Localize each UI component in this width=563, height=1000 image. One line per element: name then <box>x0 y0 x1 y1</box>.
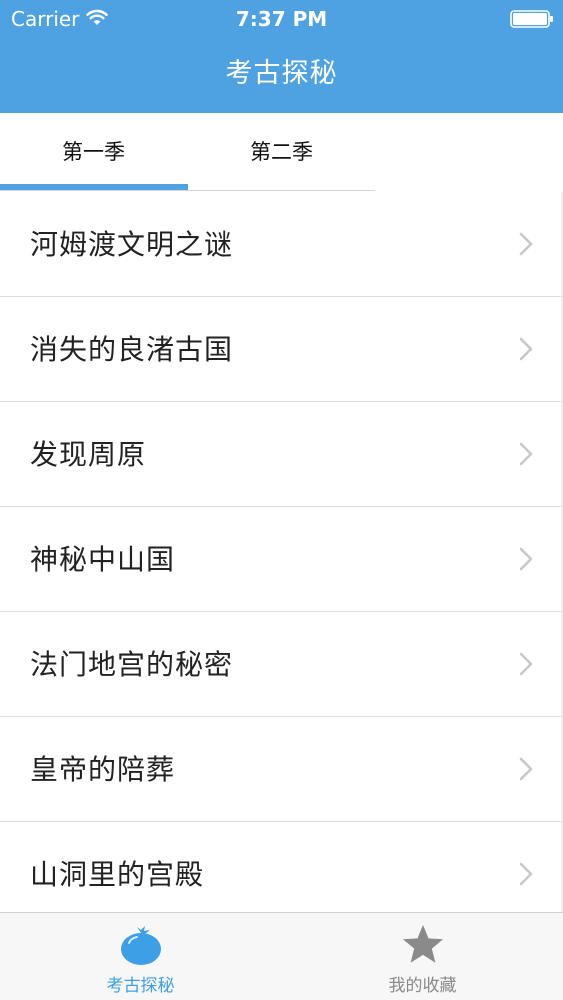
page-title: 考古探秘 <box>225 58 338 89</box>
star-icon <box>402 925 443 963</box>
list-item-label: 消失的良渚古国 <box>30 333 234 366</box>
chevron-right-icon <box>519 232 533 256</box>
status-time: 7:37 PM <box>235 7 328 31</box>
list-item[interactable]: 法门地宫的秘密 <box>0 612 563 717</box>
tabbar-label-favorites: 我的收藏 <box>388 976 457 996</box>
tab-season-1[interactable]: 第一季 <box>0 113 187 190</box>
episode-list[interactable]: 河姆渡文明之谜 消失的良渚古国 发现周原 神秘中山国 法门地宫的秘密 皇帝的陪葬… <box>0 192 563 912</box>
list-item[interactable]: 皇帝的陪葬 <box>0 717 563 822</box>
chevron-right-icon <box>519 757 533 781</box>
list-item-label: 山洞里的宫殿 <box>30 858 205 891</box>
season-tabs: 第一季 第二季 <box>0 113 375 191</box>
chevron-right-icon <box>519 652 533 676</box>
header: Carrier 7:37 PM 考古探秘 <box>0 0 563 113</box>
list-item[interactable]: 山洞里的宫殿 <box>0 822 563 912</box>
chevron-right-icon <box>519 547 533 571</box>
tabbar-item-explore[interactable]: 考古探秘 <box>0 913 281 1000</box>
list-item-label: 神秘中山国 <box>30 543 176 576</box>
tabbar-item-favorites[interactable]: 我的收藏 <box>282 913 563 1000</box>
list-item-label: 发现周原 <box>30 438 147 471</box>
tabbar-label-explore: 考古探秘 <box>106 976 175 996</box>
list-item-label: 法门地宫的秘密 <box>30 648 234 681</box>
chevron-right-icon <box>519 862 533 886</box>
list-item[interactable]: 河姆渡文明之谜 <box>0 192 563 297</box>
status-bar: Carrier 7:37 PM <box>0 0 563 38</box>
list-item-label: 皇帝的陪葬 <box>30 753 176 786</box>
list-item[interactable]: 消失的良渚古国 <box>0 297 563 402</box>
chevron-right-icon <box>519 337 533 361</box>
tomato-icon <box>120 926 161 965</box>
battery-icon <box>510 10 553 28</box>
tab-season-2[interactable]: 第二季 <box>188 113 375 190</box>
app-screen: Carrier 7:37 PM 考古探秘 第一季 第二季 河姆渡文明之谜 消失的… <box>0 0 563 1000</box>
list-item[interactable]: 发现周原 <box>0 402 563 507</box>
list-item-label: 河姆渡文明之谜 <box>30 228 234 261</box>
chevron-right-icon <box>519 442 533 466</box>
tab-selected-indicator <box>0 184 188 190</box>
list-item[interactable]: 神秘中山国 <box>0 507 563 612</box>
bottom-tab-bar: 考古探秘 我的收藏 <box>0 912 563 1000</box>
